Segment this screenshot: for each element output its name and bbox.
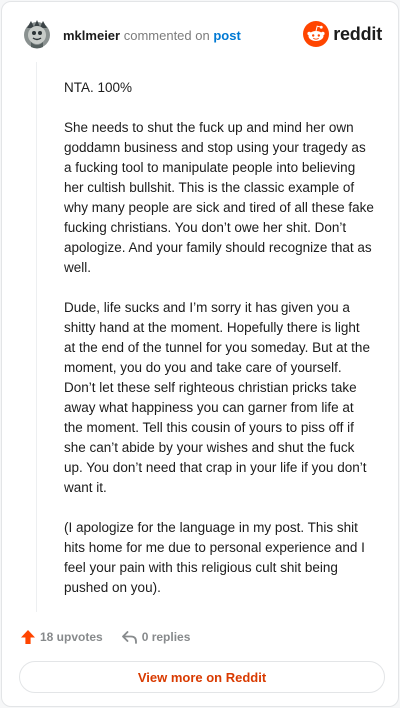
embed-card: mklmeier commented on post reddit NTA. 1… (1, 1, 399, 707)
brand-wordmark: reddit (333, 23, 382, 44)
reddit-brand[interactable]: reddit (303, 21, 382, 47)
avatar[interactable] (22, 18, 52, 50)
comment-actions: 18 upvotes 0 replies (20, 628, 208, 646)
avatar-icon (24, 20, 50, 49)
reply-button[interactable]: 0 replies (121, 629, 191, 645)
action-text: commented on (123, 28, 210, 43)
comment-header: mklmeier commented on post reddit (22, 18, 382, 54)
upvote-icon (21, 630, 35, 644)
reply-count: 0 replies (141, 630, 191, 644)
reply-icon (121, 631, 137, 644)
thread-line (36, 62, 37, 612)
view-more-button[interactable]: View more on Reddit (19, 661, 385, 693)
upvote-button[interactable]: 18 upvotes (20, 629, 103, 645)
upvote-count: 18 upvotes (40, 630, 103, 644)
comment-paragraph: NTA. 100% (64, 80, 133, 95)
comment-paragraph: (I apologize for the language in my post… (64, 520, 365, 595)
reddit-logo-icon (303, 21, 330, 47)
post-link[interactable]: post (213, 28, 240, 43)
comment-paragraph: She needs to shut the fuck up and mind h… (64, 120, 374, 275)
comment-meta: mklmeier commented on post (63, 28, 241, 43)
comment-paragraph: Dude, life sucks and I’m sorry it has gi… (64, 300, 370, 495)
username-link[interactable]: mklmeier (63, 28, 120, 43)
comment-body: NTA. 100% She needs to shut the fuck up … (64, 78, 374, 618)
